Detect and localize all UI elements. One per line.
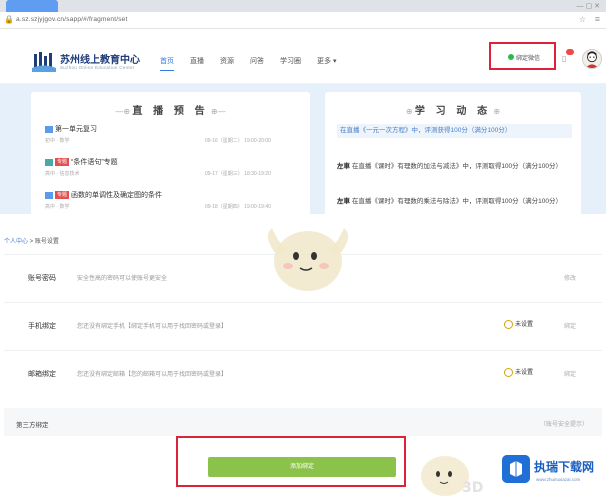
breadcrumb: 个人中心 > 账号设置 [4, 236, 59, 245]
setting-desc: 您还没有绑定邮箱【您的邮箱可以用于找回密码或登录】 [77, 372, 228, 378]
live-tag-icon [45, 191, 53, 199]
live-tag-icon [45, 125, 53, 133]
star-icon[interactable]: ☆ [579, 15, 586, 24]
status-circle-icon [504, 367, 513, 377]
watermark-3d-text: 3D [462, 480, 484, 496]
live-item[interactable]: 专题 “条件语句”专题 高中 · 信息技术 09-17（星期三） 18:30-19:… [45, 157, 300, 177]
browser-tab[interactable] [6, 0, 58, 12]
nav-qa[interactable]: 问答 [250, 56, 264, 71]
window-controls[interactable]: — ▢ ✕ [577, 2, 600, 10]
watermark-url: www.zhuiruxiazai.com [536, 477, 581, 482]
nav-live[interactable]: 直播 [190, 56, 204, 71]
title-decoration: —⊕ [115, 107, 133, 116]
browser-tab-bar: — ▢ ✕ [0, 0, 606, 12]
nav-resources[interactable]: 资源 [220, 56, 234, 71]
setting-row-email: 邮箱绑定 您还没有绑定邮箱【您的邮箱可以用于找回密码或登录】 未设置 绑定 [4, 350, 602, 394]
status-circle-icon [504, 319, 513, 329]
live-item[interactable]: 第一单元复习 初中 · 数学 09-16（星期二） 19:00-20:00 [45, 124, 300, 144]
live-preview-panel: —⊕ 直 播 预 告 ⊕— 第一单元复习 初中 · 数学 09-16（星期二） 1… [31, 92, 310, 217]
breadcrumb-current: > 账号设置 [28, 239, 59, 245]
nav-home[interactable]: 首页 [160, 56, 174, 71]
bell-icon[interactable]: ▯ [562, 54, 570, 63]
live-tag: 专题 [55, 191, 70, 199]
status-badge: 未设置 [504, 367, 533, 377]
setting-key: 邮箱绑定 [28, 371, 56, 378]
lock-icon: 🔒 [4, 15, 14, 24]
setting-row-phone: 手机绑定 您还没有绑定手机【绑定手机可以用于找回密码或登录】 未设置 绑定 [4, 302, 602, 346]
wechat-icon [508, 54, 514, 60]
live-preview-title: —⊕ 直 播 预 告 ⊕— [115, 106, 226, 117]
address-bar[interactable]: 🔒 a.sz.szjyjgov.cn/sapp/#/fragment/set ☆… [0, 12, 606, 29]
status-badge: 未设置 [504, 319, 533, 329]
study-feed-panel: ⊕ 学 习 动 态 ⊕ 在直播《一元一次方程》中，评测获得100分（满分100分… [325, 92, 581, 217]
breadcrumb-home[interactable]: 个人中心 [4, 239, 28, 245]
bind-wechat-button[interactable]: 绑定微信 [489, 42, 556, 70]
logo-title[interactable]: 苏州线上教育中心 [60, 51, 140, 66]
address-url[interactable]: a.sz.szjyjgov.cn/sapp/#/fragment/set [16, 16, 128, 23]
site-header: 苏州线上教育中心 Suzhou Online Education Center … [0, 29, 606, 84]
add-bind-button[interactable]: 添加绑定 [208, 457, 396, 477]
bind-email-link[interactable]: 绑定 [564, 369, 576, 378]
mascot-watermark [267, 228, 349, 291]
setting-key: 手机绑定 [28, 323, 56, 330]
bind-wechat-label: 绑定微信 [516, 56, 541, 62]
avatar[interactable] [582, 49, 602, 69]
setting-key: 账号密码 [28, 275, 56, 282]
feed-item[interactable]: 在直播《一元一次方程》中，评测获得100分（满分100分） [337, 124, 572, 138]
third-party-note: （账号安全提示） [539, 422, 588, 428]
modify-password-link[interactable]: 修改 [564, 273, 576, 282]
live-tag: 专题 [55, 158, 70, 166]
notification-badge [566, 49, 574, 55]
live-tag-icon [45, 158, 53, 166]
bind-phone-link[interactable]: 绑定 [564, 321, 576, 330]
third-party-section: 第三方绑定 （账号安全提示） [4, 408, 602, 436]
top-nav: 首页 直播 资源 问答 学习圈 更多 ▾ [160, 56, 352, 71]
feed-item[interactable]: 左車 在直播《课时》有理数的乘法与除法》中，评测取得100分（满分100分） [337, 197, 572, 207]
nav-more[interactable]: 更多 ▾ [317, 56, 336, 71]
feed-item[interactable]: 左車 在直播《课时》有理数的加法与减法》中，评测取得100分（满分100分） [337, 162, 572, 172]
screenshot-root: — ▢ ✕ 🔒 a.sz.szjyjgov.cn/sapp/#/fragment… [0, 0, 606, 503]
logo-subtitle: Suzhou Online Education Center [60, 65, 135, 70]
watermark-logo-icon [502, 455, 530, 483]
study-feed-title: ⊕ 学 习 动 态 ⊕ [405, 106, 501, 117]
logo-icon[interactable] [32, 50, 56, 72]
setting-desc: 安全性高的密码可以使账号更安全 [77, 276, 168, 282]
third-party-label: 第三方绑定 [16, 422, 49, 429]
watermark-brand: 执瑞下载网 [534, 460, 595, 474]
browser-menu-icon[interactable]: ≡ [595, 14, 600, 24]
nav-study-circle[interactable]: 学习圈 [280, 56, 301, 71]
setting-desc: 您还没有绑定手机【绑定手机可以用于找回密码或登录】 [77, 324, 228, 330]
